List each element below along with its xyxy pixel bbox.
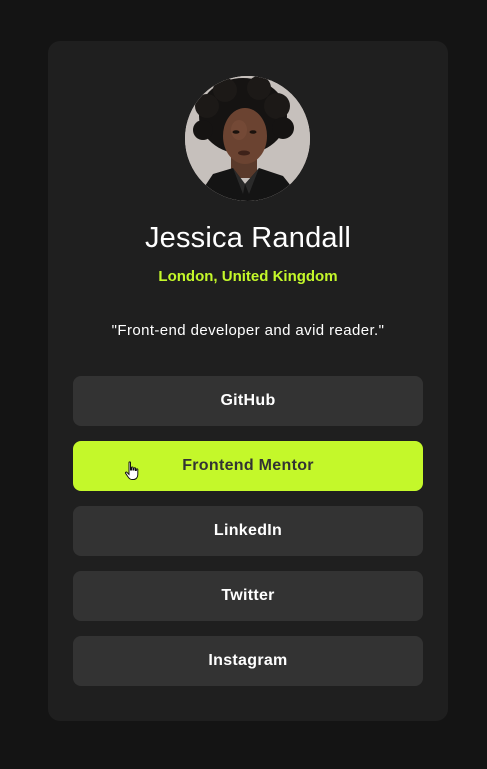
- avatar: [185, 76, 310, 201]
- github-link-label: GitHub: [220, 392, 276, 409]
- frontend-mentor-link-label: Frontend Mentor: [182, 457, 314, 474]
- hand-pointer-icon: [124, 461, 139, 480]
- profile-bio: "Front-end developer and avid reader.": [111, 322, 385, 339]
- profile-name: Jessica Randall: [144, 222, 352, 254]
- instagram-link[interactable]: Instagram: [73, 636, 423, 686]
- profile-card: Jessica Randall London, United Kingdom "…: [48, 41, 448, 721]
- github-link[interactable]: GitHub: [73, 376, 423, 426]
- instagram-link-label: Instagram: [208, 652, 288, 669]
- frontend-mentor-link[interactable]: Frontend Mentor: [73, 441, 423, 491]
- social-links: GitHub Frontend Mentor LinkedIn Twitter …: [73, 376, 423, 701]
- twitter-link[interactable]: Twitter: [73, 571, 423, 621]
- twitter-link-label: Twitter: [221, 587, 275, 604]
- avatar-photo: [185, 76, 310, 201]
- linkedin-link-label: LinkedIn: [213, 522, 283, 539]
- linkedin-link[interactable]: LinkedIn: [73, 506, 423, 556]
- profile-location: London, United Kingdom: [158, 268, 338, 285]
